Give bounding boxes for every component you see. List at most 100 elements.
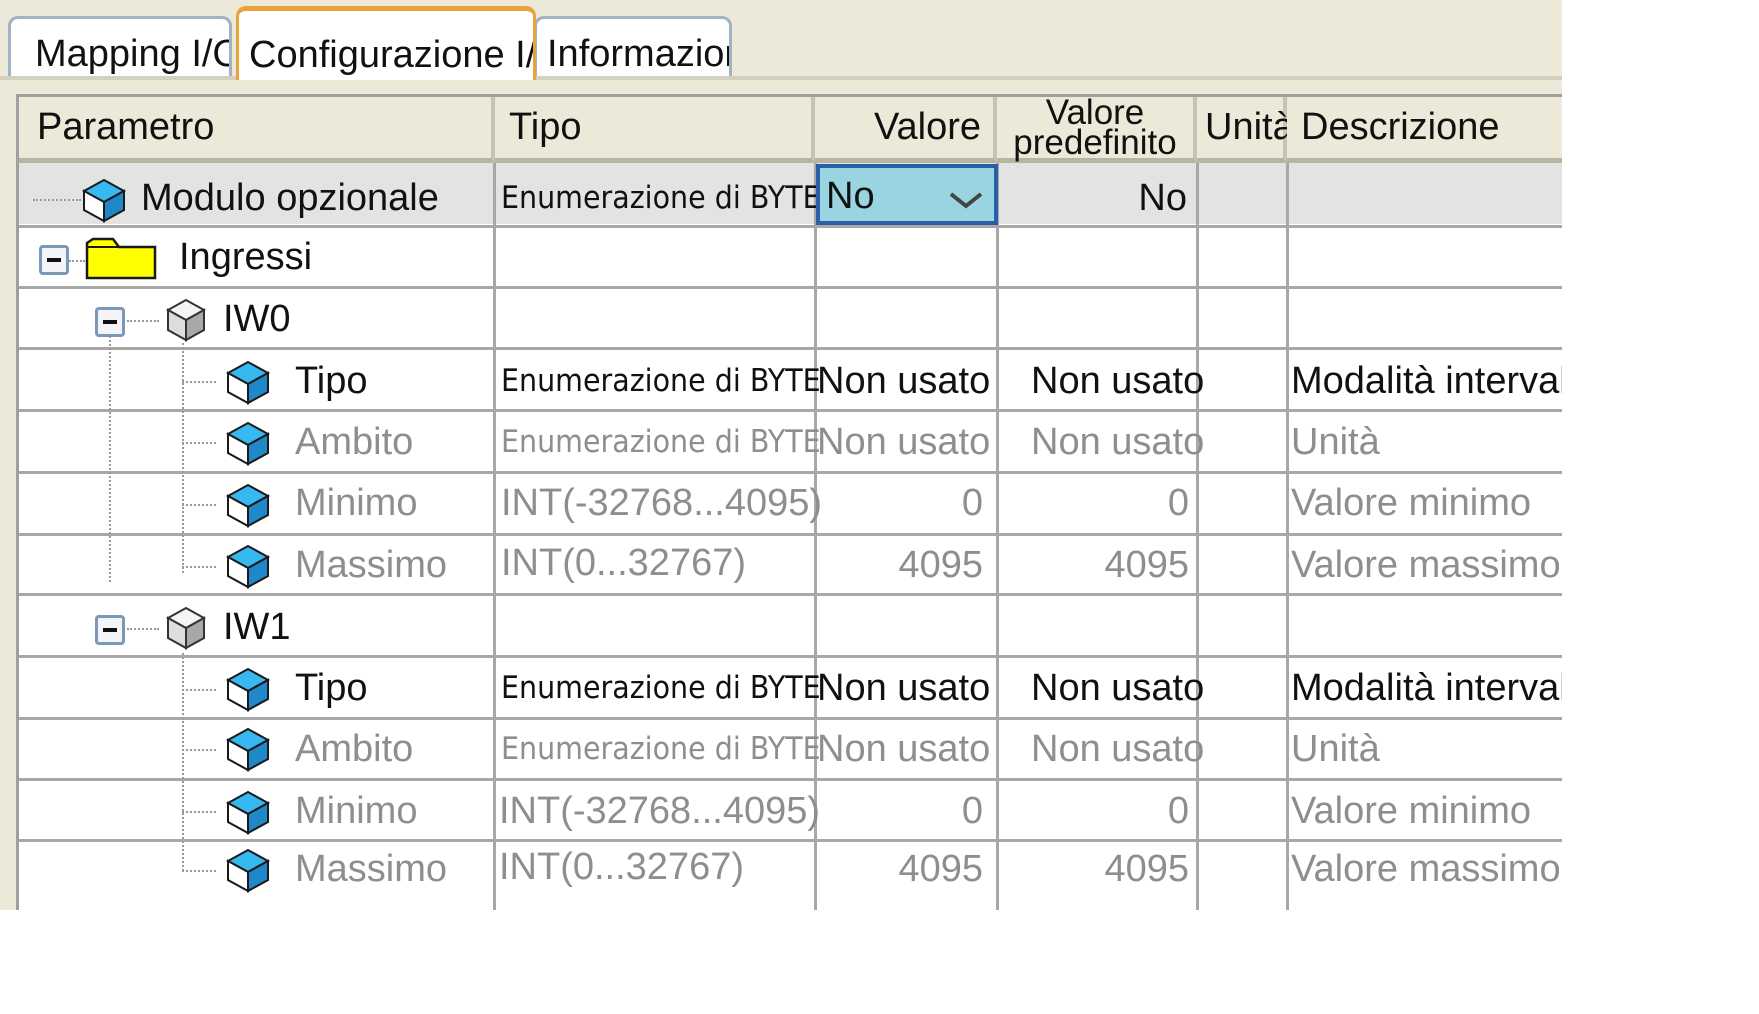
blue-cube-icon	[81, 178, 127, 223]
param-type: Enumerazione di BYTE	[501, 670, 821, 706]
dropdown-selected-value: No	[826, 175, 875, 217]
column-separator	[493, 163, 496, 910]
param-default-value: 0	[1167, 482, 1189, 524]
blue-cube-icon	[225, 421, 271, 466]
tab-configurazione-io[interactable]: Configurazione I/O	[236, 6, 536, 80]
blue-cube-icon	[225, 544, 271, 589]
column-separator	[1196, 163, 1199, 910]
column-header-label: Unità	[1205, 106, 1294, 148]
column-header-valore-predefinito[interactable]: Valore predefinito	[997, 97, 1197, 163]
param-name: Ambito	[295, 421, 414, 463]
param-default-value: 0	[1167, 790, 1189, 832]
row-separator	[19, 655, 1562, 658]
param-name: Tipo	[295, 360, 368, 402]
param-name: Ambito	[295, 728, 414, 770]
param-type: INT(-32768...4095)	[499, 790, 821, 832]
tree-connector	[182, 442, 216, 444]
column-header-label: Tipo	[509, 106, 582, 148]
param-description: Unità	[1291, 728, 1380, 770]
tab-mapping-io[interactable]: Mapping I/O	[8, 16, 232, 78]
column-header-label-line2: predefinito	[1013, 122, 1177, 162]
param-description: Modalità intervallo	[1291, 360, 1562, 402]
parameter-grid: Parametro Tipo Valore Valore predefinito…	[16, 94, 1562, 910]
param-description: Valore massimo	[1291, 848, 1561, 890]
param-type: Enumerazione di BYTE	[501, 180, 821, 216]
blue-cube-icon	[225, 727, 271, 772]
group-name-ingressi: Ingressi	[179, 236, 313, 278]
param-name: Massimo	[295, 544, 448, 586]
param-default-value: 4095	[1104, 544, 1189, 586]
param-type: Enumerazione di BYTE	[501, 731, 821, 767]
row-separator	[19, 778, 1562, 781]
param-default-value: No	[1138, 177, 1187, 219]
tree-connector	[33, 199, 81, 201]
param-default-value: Non usato	[1031, 728, 1205, 770]
tree-connector	[182, 749, 216, 751]
column-header-parametro[interactable]: Parametro	[19, 97, 495, 163]
row-separator	[19, 593, 1562, 596]
gray-cube-icon	[165, 298, 207, 342]
row-separator	[19, 225, 1562, 228]
param-name-modulo-opzionale: Modulo opzionale	[141, 177, 439, 219]
tree-connector	[182, 566, 216, 568]
param-default-value: Non usato	[1031, 360, 1205, 402]
tree-connector	[182, 381, 216, 383]
column-header-unita[interactable]: Unità	[1197, 97, 1294, 163]
row-separator	[19, 471, 1562, 474]
column-header-label: Parametro	[37, 106, 215, 148]
tree-connector	[182, 870, 216, 872]
param-description: Valore minimo	[1291, 790, 1532, 832]
param-description: Unità	[1291, 421, 1380, 463]
param-type: Enumerazione di BYTE	[501, 424, 821, 460]
tab-strip-divider	[0, 76, 1562, 80]
tree-connector	[127, 320, 159, 322]
channel-name-iw0: IW0	[223, 298, 291, 340]
param-value: 0	[961, 790, 983, 832]
param-name: Minimo	[295, 790, 418, 832]
param-type: INT(-32768...4095)	[501, 482, 823, 524]
param-value: Non usato	[817, 421, 991, 463]
collapse-iw1-icon[interactable]	[95, 615, 125, 645]
tree-connector	[182, 811, 216, 813]
row-separator	[19, 347, 1562, 350]
param-description: Valore massimo	[1291, 544, 1561, 586]
param-description: Valore minimo	[1291, 482, 1532, 524]
tree-connector	[182, 653, 184, 871]
blue-cube-icon	[225, 667, 271, 712]
param-type: Enumerazione di BYTE	[501, 363, 821, 399]
value-dropdown[interactable]: No	[816, 164, 998, 225]
tree-connector	[127, 628, 159, 630]
column-header-descrizione[interactable]: Descrizione	[1287, 97, 1562, 163]
column-header-valore[interactable]: Valore	[815, 97, 997, 163]
tree-connector	[69, 260, 85, 262]
param-value: 4095	[898, 544, 983, 586]
gray-cube-icon	[165, 606, 207, 650]
column-header-label: Valore	[873, 106, 981, 148]
param-value: Non usato	[817, 728, 991, 770]
param-name: Tipo	[295, 667, 368, 709]
collapse-iw0-icon[interactable]	[95, 307, 125, 337]
tab-informazioni[interactable]: Informazioni	[534, 16, 732, 78]
folder-icon	[85, 237, 157, 280]
param-name: Minimo	[295, 482, 418, 524]
tree-connector	[182, 343, 184, 573]
param-type: INT(0...32767)	[501, 542, 746, 584]
param-value: 4095	[898, 848, 983, 890]
param-default-value: Non usato	[1031, 667, 1205, 709]
row-separator	[19, 533, 1562, 536]
column-header-tipo[interactable]: Tipo	[495, 97, 815, 163]
collapse-ingressi-icon[interactable]	[39, 245, 69, 275]
blue-cube-icon	[225, 360, 271, 405]
param-default-value: Non usato	[1031, 421, 1205, 463]
channel-name-iw1: IW1	[223, 606, 291, 648]
param-value[interactable]: Non usato	[817, 668, 990, 708]
row-separator	[19, 717, 1562, 720]
param-value[interactable]: Non usato	[817, 361, 990, 401]
param-description: Modalità intervallo	[1291, 667, 1562, 709]
blue-cube-icon	[225, 483, 271, 528]
row-separator	[19, 839, 1562, 842]
column-header-label: Descrizione	[1301, 106, 1500, 148]
blue-cube-icon	[225, 848, 271, 893]
chevron-down-icon[interactable]	[948, 190, 984, 210]
tree-connector	[182, 504, 216, 506]
